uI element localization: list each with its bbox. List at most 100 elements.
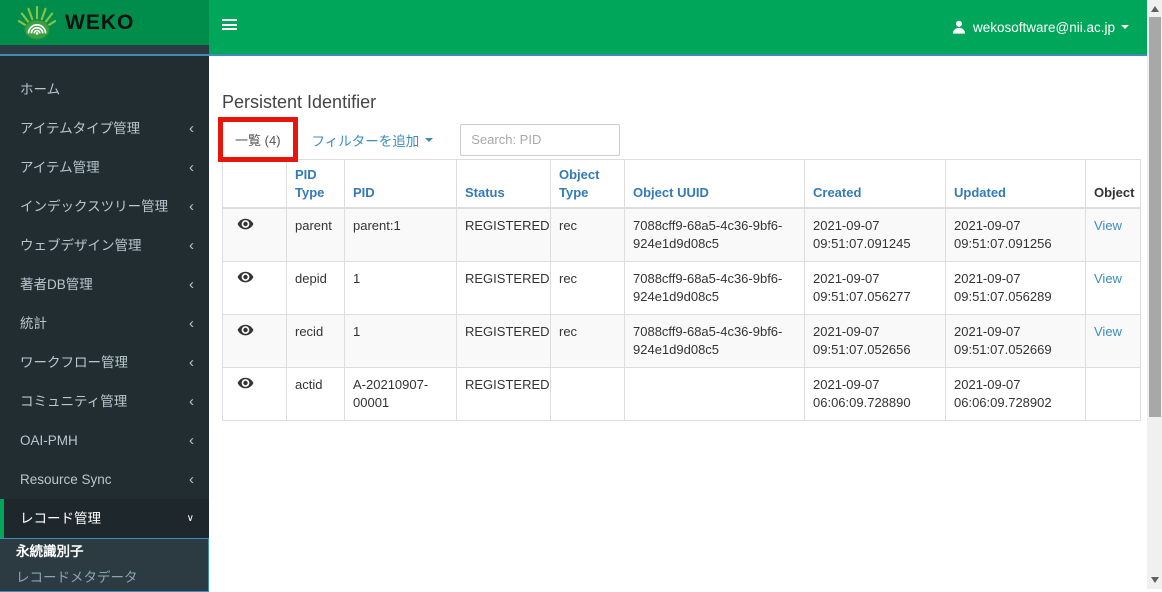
eye-icon[interactable] <box>231 323 254 341</box>
cell-pid: 1 <box>345 315 457 368</box>
sidebar-toggle-button[interactable] <box>222 19 237 32</box>
column-header[interactable]: Updated <box>946 160 1086 209</box>
cell-pid-type: parent <box>287 208 345 262</box>
chevron-left-icon: ‹ <box>189 280 194 290</box>
cell-created: 2021-09-07 09:51:07.052656 <box>805 315 946 368</box>
column-header[interactable]: Object UUID <box>625 160 805 209</box>
main-content: Persistent Identifier 一覧 (4) フィルターを追加 PI… <box>209 56 1147 589</box>
cell-object-type: rec <box>551 315 625 368</box>
view-object-link[interactable]: View <box>1094 271 1122 286</box>
cell-pid-type: recid <box>287 315 345 368</box>
add-filter-dropdown[interactable]: フィルターを追加 <box>312 130 434 150</box>
top-header: wekosoftware@nii.ac.jp <box>0 0 1147 56</box>
sidebar-item[interactable]: レコード管理∨ <box>0 499 209 538</box>
toolbar: 一覧 (4) フィルターを追加 <box>222 117 1147 162</box>
sidebar-item[interactable]: アイテムタイプ管理‹ <box>0 109 209 148</box>
caret-down-icon <box>1121 25 1129 29</box>
table-row: actidA-20210907-00001REGISTERED 2021-09-0… <box>223 368 1141 421</box>
cell-pid: parent:1 <box>345 208 457 262</box>
column-header[interactable]: PID <box>345 160 457 209</box>
cell-pid-type: actid <box>287 368 345 421</box>
cell-status: REGISTERED <box>457 315 551 368</box>
cell-updated: 2021-09-07 09:51:07.091256 <box>946 208 1086 262</box>
page-title: Persistent Identifier <box>222 92 1147 113</box>
logo-underline-strip <box>0 45 209 54</box>
view-object-link[interactable]: View <box>1094 324 1122 339</box>
cell-object-type <box>551 368 625 421</box>
app-logo[interactable]: WEKO <box>0 0 209 45</box>
cell-pid: A-20210907-00001 <box>345 368 457 421</box>
cell-updated: 2021-09-07 09:51:07.056289 <box>946 262 1086 315</box>
view-object-link[interactable]: View <box>1094 218 1122 233</box>
cell-object-uuid <box>625 368 805 421</box>
chevron-left-icon: ‹ <box>189 163 194 173</box>
record-management-submenu: 永続識別子レコードメタデータ <box>0 538 209 592</box>
cell-created: 2021-09-07 09:51:07.091245 <box>805 208 946 262</box>
sidebar-item[interactable]: アイテム管理‹ <box>0 148 209 187</box>
sidebar: ホームアイテムタイプ管理‹アイテム管理‹インデックスツリー管理‹ウェブデザイン管… <box>0 56 209 589</box>
sidebar-subitem[interactable]: レコードメタデータ <box>0 565 208 591</box>
sidebar-item[interactable]: インデックスツリー管理‹ <box>0 187 209 226</box>
tab-list[interactable]: 一覧 (4) <box>223 122 293 157</box>
cell-status: REGISTERED <box>457 368 551 421</box>
chevron-left-icon: ‹ <box>189 436 194 446</box>
scrollbar-down-arrow[interactable] <box>1151 577 1159 583</box>
cell-updated: 2021-09-07 09:51:07.052669 <box>946 315 1086 368</box>
user-menu[interactable]: wekosoftware@nii.ac.jp <box>952 0 1129 54</box>
cell-pid-type: depid <box>287 262 345 315</box>
column-header: Object <box>1086 160 1141 209</box>
tab-list-count: (4) <box>265 133 281 148</box>
table-row: depid1REGISTEREDrec7088cff9-68a5-4c36-9b… <box>223 262 1141 315</box>
eye-icon[interactable] <box>231 217 254 235</box>
column-header[interactable]: Created <box>805 160 946 209</box>
table-row: parentparent:1REGISTEREDrec7088cff9-68a5… <box>223 208 1141 262</box>
chevron-left-icon: ‹ <box>189 202 194 212</box>
user-icon <box>952 20 966 34</box>
column-header <box>223 160 287 209</box>
caret-down-icon <box>425 138 433 142</box>
cell-status: REGISTERED <box>457 262 551 315</box>
column-header[interactable]: Object Type <box>551 160 625 209</box>
user-email: wekosoftware@nii.ac.jp <box>973 20 1115 35</box>
tab-list-label: 一覧 <box>235 133 261 148</box>
chevron-left-icon: ‹ <box>189 475 194 485</box>
page-scrollbar[interactable] <box>1147 0 1162 589</box>
sidebar-item[interactable]: 著者DB管理‹ <box>0 265 209 304</box>
pid-table: PID TypePIDStatusObject TypeObject UUIDC… <box>222 159 1141 421</box>
sidebar-item[interactable]: ワークフロー管理‹ <box>0 343 209 382</box>
search-input[interactable] <box>460 124 620 156</box>
table-row: recid1REGISTEREDrec7088cff9-68a5-4c36-9b… <box>223 315 1141 368</box>
column-header[interactable]: PID Type <box>287 160 345 209</box>
eye-icon[interactable] <box>231 376 254 394</box>
chevron-down-icon: ∨ <box>187 514 194 524</box>
column-header[interactable]: Status <box>457 160 551 209</box>
cell-object-uuid: 7088cff9-68a5-4c36-9bf6-924e1d9d08c5 <box>625 262 805 315</box>
cell-object-uuid: 7088cff9-68a5-4c36-9bf6-924e1d9d08c5 <box>625 315 805 368</box>
sidebar-item[interactable]: Resource Sync‹ <box>0 460 209 499</box>
scrollbar-thumb[interactable] <box>1149 17 1161 417</box>
sidebar-item[interactable]: コミュニティ管理‹ <box>0 382 209 421</box>
brand-name: WEKO <box>65 11 134 35</box>
chevron-left-icon: ‹ <box>189 358 194 368</box>
chevron-left-icon: ‹ <box>189 397 194 407</box>
sidebar-item[interactable]: 統計‹ <box>0 304 209 343</box>
cell-object-type: rec <box>551 262 625 315</box>
chevron-left-icon: ‹ <box>189 241 194 251</box>
table-header-row: PID TypePIDStatusObject TypeObject UUIDC… <box>223 160 1141 209</box>
chevron-left-icon: ‹ <box>189 124 194 134</box>
eye-icon[interactable] <box>231 270 254 288</box>
sidebar-item[interactable]: OAI-PMH‹ <box>0 421 209 460</box>
cell-object-type: rec <box>551 208 625 262</box>
cell-created: 2021-09-07 09:51:07.056277 <box>805 262 946 315</box>
chevron-left-icon: ‹ <box>189 319 194 329</box>
header-accent-line <box>0 54 1147 56</box>
scrollbar-up-arrow[interactable] <box>1151 6 1159 12</box>
sidebar-item[interactable]: ホーム <box>0 70 209 109</box>
sidebar-item[interactable]: ウェブデザイン管理‹ <box>0 226 209 265</box>
sidebar-subitem[interactable]: 永続識別子 <box>0 539 208 565</box>
add-filter-label: フィルターを追加 <box>312 130 420 150</box>
cell-created: 2021-09-07 06:06:09.728890 <box>805 368 946 421</box>
cell-updated: 2021-09-07 06:06:09.728902 <box>946 368 1086 421</box>
cell-object-uuid: 7088cff9-68a5-4c36-9bf6-924e1d9d08c5 <box>625 208 805 262</box>
cell-pid: 1 <box>345 262 457 315</box>
